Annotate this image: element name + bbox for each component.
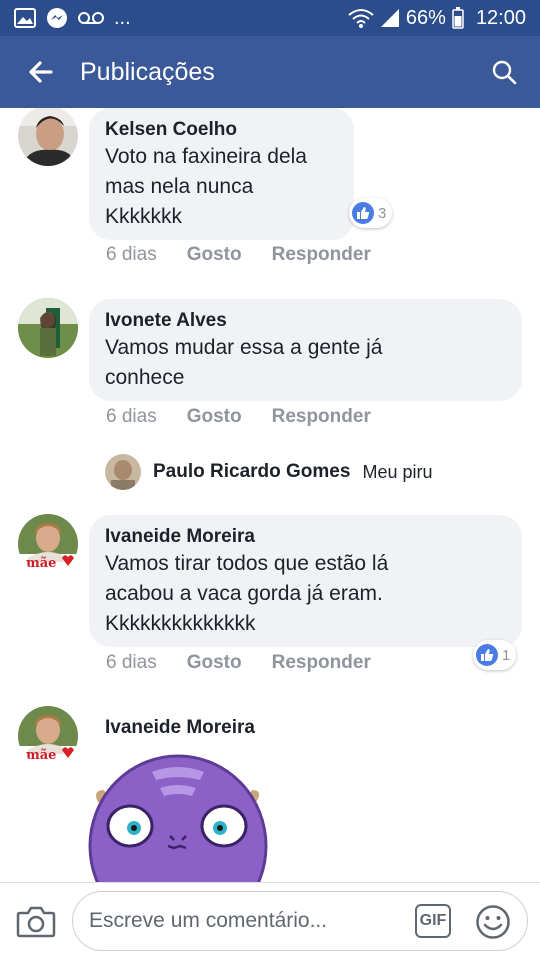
avatar-caption: mãe [26, 556, 57, 571]
comment-meta: 6 dias Gosto Responder [106, 244, 371, 266]
reply-text: Meu piru [362, 461, 433, 482]
comment-composer: GIF [0, 882, 540, 960]
comment-field-container[interactable]: GIF [72, 891, 528, 951]
comment-author[interactable]: Kelsen Coelho [105, 118, 338, 142]
comments-feed[interactable]: Kelsen Coelho Voto na faxineira dela mas… [0, 108, 540, 882]
avatar[interactable] [18, 298, 78, 358]
messenger-icon [47, 8, 67, 28]
comment-text-line: Voto na faxineira dela [105, 145, 307, 168]
smiley-icon [476, 905, 510, 939]
camera-icon [16, 906, 56, 938]
avatar[interactable] [18, 108, 78, 166]
reply-button[interactable]: Responder [272, 244, 371, 266]
comment-meta: 6 dias Gosto Responder [106, 652, 371, 674]
comment-bubble[interactable]: Ivonete Alves Vamos mudar essa a gente j… [89, 299, 522, 401]
reaction-count: 1 [502, 646, 511, 664]
reply-button[interactable]: Responder [272, 406, 371, 428]
voicemail-icon [78, 12, 104, 24]
like-button[interactable]: Gosto [187, 406, 242, 428]
emoji-button[interactable] [475, 904, 511, 940]
status-bar: ... 66% 12:00 [0, 0, 540, 36]
reply-avatar[interactable] [105, 454, 141, 490]
comment-text-line: acabou a vaca gorda já eram. [105, 582, 383, 605]
gallery-icon [14, 8, 36, 28]
battery-icon [452, 7, 464, 29]
comment-time[interactable]: 6 dias [106, 406, 157, 428]
reaction-count-badge[interactable]: 3 [349, 198, 393, 228]
page-title: Publicações [80, 57, 215, 86]
comment-time[interactable]: 6 dias [106, 652, 157, 674]
status-dots: ... [114, 6, 131, 29]
comment-time[interactable]: 6 dias [106, 244, 157, 266]
purple-monster-sticker[interactable] [88, 754, 268, 882]
clock: 12:00 [475, 6, 526, 29]
comment-input[interactable] [89, 909, 409, 933]
like-reaction-icon [352, 202, 374, 224]
like-reaction-icon [476, 644, 498, 666]
comment-author[interactable]: Ivonete Alves [105, 309, 506, 333]
comment-bubble[interactable]: Kelsen Coelho Voto na faxineira dela mas… [89, 108, 354, 240]
signal-icon [380, 9, 399, 27]
search-button[interactable] [468, 36, 540, 108]
arrow-left-icon [29, 61, 53, 83]
reaction-count-badge[interactable]: 1 [473, 640, 517, 670]
comment-meta: 6 dias Gosto Responder [106, 406, 371, 428]
like-button[interactable]: Gosto [187, 244, 242, 266]
comment-text-line: Vamos tirar todos que estão lá [105, 552, 389, 575]
search-icon [492, 60, 517, 85]
reply-button[interactable]: Responder [272, 652, 371, 674]
like-button[interactable]: Gosto [187, 652, 242, 674]
avatar[interactable]: mãe [18, 706, 78, 766]
avatar-caption: mãe [26, 748, 57, 763]
avatar[interactable]: mãe [18, 514, 78, 574]
camera-button[interactable] [16, 903, 56, 939]
gif-button[interactable]: GIF [415, 904, 451, 938]
comment-text-line: Kkkkkkkkkkkkkk [105, 612, 256, 635]
comment-text-line: Kkkkkkk [105, 205, 183, 228]
back-button[interactable] [0, 36, 80, 108]
comment-text-line: mas nela nunca [105, 175, 254, 198]
reply-author[interactable]: Paulo Ricardo Gomes [153, 461, 350, 483]
comment-text-line: Vamos mudar essa a gente já [105, 336, 383, 359]
comment-author[interactable]: Ivaneide Moreira [105, 716, 255, 740]
app-bar: Publicações [0, 36, 540, 108]
reaction-count: 3 [378, 204, 387, 222]
battery-percent: 66% [405, 6, 446, 29]
wifi-icon [348, 9, 374, 28]
comment-text-line: conhece [105, 366, 185, 389]
reply-preview[interactable]: Paulo Ricardo Gomes Meu piru [105, 454, 432, 490]
comment-author[interactable]: Ivaneide Moreira [105, 525, 506, 549]
comment-bubble[interactable]: Ivaneide Moreira Vamos tirar todos que e… [89, 515, 522, 647]
